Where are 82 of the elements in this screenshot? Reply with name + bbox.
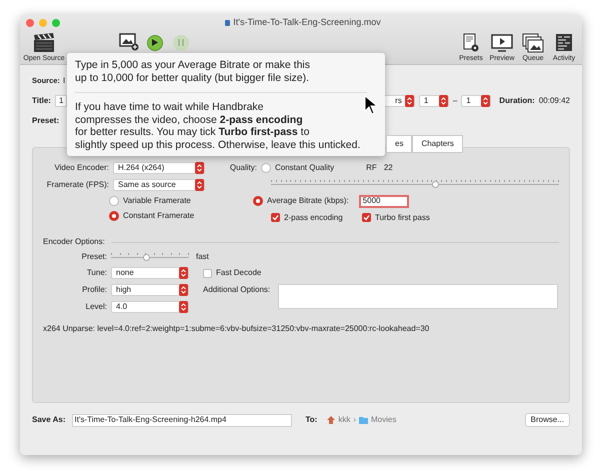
zoom-button[interactable] bbox=[52, 18, 60, 27]
checkbox-label: Turbo first pass bbox=[375, 214, 430, 222]
framerate-popup[interactable]: Same as source bbox=[113, 179, 205, 191]
title-label: Title: bbox=[32, 97, 51, 105]
slider[interactable] bbox=[271, 179, 559, 189]
path-item[interactable]: kkk bbox=[338, 416, 350, 424]
radio-button[interactable] bbox=[253, 196, 263, 206]
encoder-options-title: Encoder Options: bbox=[43, 238, 105, 246]
add-picture-icon[interactable] bbox=[119, 32, 139, 50]
checkbox-label: Fast Decode bbox=[216, 269, 262, 277]
end-popup[interactable]: 1 bbox=[461, 95, 492, 107]
stepper-icon bbox=[438, 95, 448, 107]
profile-label: Profile: bbox=[81, 286, 107, 294]
rf-value: 22 bbox=[384, 164, 393, 172]
framerate-label: Framerate (FPS): bbox=[46, 181, 109, 189]
duration-label: Duration: bbox=[499, 97, 535, 105]
title-popup[interactable]: 1 bbox=[54, 95, 68, 107]
tooltip-text: Type in 5,000 as your Average Bitrate or make this up to 10,000 for better quality (but bigger file size). bbox=[75, 59, 310, 84]
stacked-pictures-icon[interactable] bbox=[522, 32, 544, 52]
stepper-icon bbox=[195, 179, 204, 191]
start-popup[interactable]: 1 bbox=[418, 95, 449, 107]
start-button[interactable] bbox=[147, 34, 163, 50]
save-as-label: Save As: bbox=[32, 416, 66, 424]
checkbox[interactable] bbox=[271, 213, 280, 222]
window-title: It's-Time-To-Talk-Eng-Screening.mov bbox=[233, 16, 381, 29]
preset-label: Preset: bbox=[32, 117, 60, 125]
clapperboard-icon[interactable] bbox=[33, 32, 55, 52]
slider[interactable] bbox=[111, 252, 189, 262]
radio-button[interactable] bbox=[109, 211, 119, 221]
minimize-button[interactable] bbox=[39, 18, 47, 27]
radio-label: Constant Quality bbox=[275, 164, 334, 172]
tune-label: Tune: bbox=[86, 269, 107, 277]
preset-slider-label: Preset: bbox=[80, 253, 107, 261]
level-popup[interactable]: 4.0 bbox=[111, 301, 189, 313]
slider-thumb[interactable] bbox=[143, 254, 150, 261]
activity-grid-icon[interactable] bbox=[555, 32, 573, 52]
video-encoder-popup[interactable]: H.264 (x264) bbox=[113, 162, 205, 174]
to-label: To: bbox=[306, 416, 318, 424]
folder-icon bbox=[359, 416, 368, 424]
rf-label: RF bbox=[366, 164, 377, 172]
tooltip-text: If you have time to wait while Handbrake compresses the video, choose 2-pass encoding for better results. You may tick Turbo first-pass to slightly speed up this process. Otherwise, leave this unticked. bbox=[75, 101, 360, 151]
browse-button[interactable]: Browse... bbox=[524, 413, 570, 427]
stepper-icon bbox=[195, 162, 204, 174]
additional-options-field[interactable] bbox=[278, 284, 558, 309]
unparse-text: x264 Unparse: level=4.0:ref=2:weightp=1:subme=6:vbv-bufsize=31250:vbv-maxrate=25000:rc-lookahead=30 bbox=[43, 325, 430, 333]
stepper-icon bbox=[179, 284, 188, 296]
file-icon bbox=[225, 20, 230, 26]
tune-popup[interactable]: none bbox=[111, 267, 189, 279]
radio-button[interactable] bbox=[261, 163, 271, 173]
radio-button[interactable] bbox=[109, 196, 119, 206]
profile-popup[interactable]: high bbox=[111, 284, 189, 296]
monitor-play-icon[interactable] bbox=[491, 32, 513, 52]
play-icon bbox=[152, 39, 158, 46]
slider-thumb[interactable] bbox=[432, 181, 440, 188]
save-as-field[interactable]: It's-Time-To-Talk-Eng-Screening-h264.mp4 bbox=[72, 414, 292, 426]
tab[interactable]: es bbox=[386, 135, 412, 153]
duration-value: 00:09:42 bbox=[538, 97, 570, 105]
stepper-icon bbox=[179, 267, 188, 279]
stepper-icon bbox=[179, 301, 188, 313]
document-gear-icon[interactable] bbox=[462, 32, 480, 52]
tab[interactable]: Chapters bbox=[412, 135, 463, 153]
level-label: Level: bbox=[84, 303, 107, 311]
additional-options-label: Additional Options: bbox=[203, 284, 270, 294]
stepper-icon bbox=[404, 95, 414, 107]
range-dash: – bbox=[452, 97, 458, 105]
close-button[interactable] bbox=[26, 18, 34, 27]
radio-label: Constant Framerate bbox=[123, 212, 194, 220]
radio-label: Variable Framerate bbox=[123, 197, 191, 205]
checkbox[interactable] bbox=[203, 268, 212, 278]
source-value: I bbox=[62, 77, 66, 85]
quality-label: Quality: bbox=[229, 164, 257, 172]
preset-value: fast bbox=[196, 253, 209, 261]
bitrate-field[interactable]: 5000 bbox=[358, 194, 409, 208]
path-separator: › bbox=[353, 416, 356, 424]
radio-label: Average Bitrate (kbps): bbox=[267, 197, 349, 205]
cursor-icon bbox=[364, 95, 378, 115]
video-encoder-label: Video Encoder: bbox=[53, 164, 109, 172]
stepper-icon bbox=[481, 95, 490, 107]
path-item[interactable]: Movies bbox=[371, 416, 396, 424]
checkbox-label: 2-pass encoding bbox=[284, 214, 343, 222]
checkbox[interactable] bbox=[362, 213, 371, 222]
pause-icon bbox=[178, 39, 184, 46]
